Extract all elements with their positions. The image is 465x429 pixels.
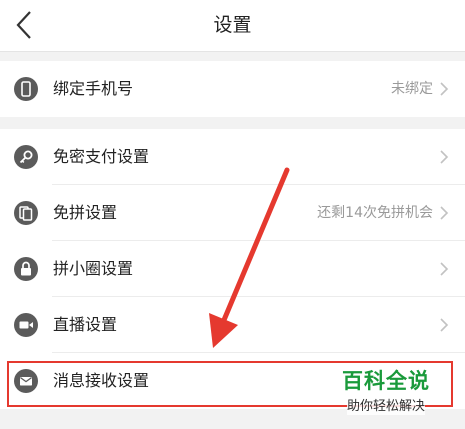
video-camera-icon	[14, 313, 38, 337]
settings-item-label: 拼小圈设置	[53, 259, 134, 278]
settings-item-bind-phone[interactable]: 绑定手机号 未绑定	[0, 61, 465, 117]
envelope-icon	[14, 369, 38, 393]
settings-item-value: 还剩14次免拼机会	[317, 205, 433, 221]
chevron-right-icon	[440, 262, 449, 276]
settings-item-label: 直播设置	[53, 315, 118, 334]
lock-icon	[14, 257, 38, 281]
cards-icon	[14, 201, 38, 225]
settings-item-label: 绑定手机号	[53, 79, 134, 98]
settings-item-circle[interactable]: 拼小圈设置	[0, 241, 465, 297]
settings-item-label: 消息接收设置	[53, 371, 150, 390]
phone-icon	[14, 77, 38, 101]
page-title: 设置	[213, 14, 252, 36]
watermark-logo: 百科全说	[342, 369, 430, 393]
settings-group-main: 免密支付设置 免拼设置 还剩14次免拼机会 拼小圈设置 直播设置 消息接收设置	[0, 129, 465, 409]
chevron-right-icon	[440, 82, 449, 96]
chevron-right-icon	[440, 206, 449, 220]
settings-item-free-group[interactable]: 免拼设置 还剩14次免拼机会	[0, 185, 465, 241]
settings-item-value: 未绑定	[391, 81, 433, 97]
chevron-right-icon	[440, 318, 449, 332]
settings-group-account: 绑定手机号 未绑定	[0, 61, 465, 117]
settings-item-label: 免拼设置	[53, 203, 118, 222]
top-bar: 设置	[0, 0, 465, 52]
settings-item-live[interactable]: 直播设置	[0, 297, 465, 353]
chevron-right-icon	[440, 150, 449, 164]
settings-item-label: 免密支付设置	[53, 147, 150, 166]
settings-item-password-free-pay[interactable]: 免密支付设置	[0, 129, 465, 185]
key-icon	[14, 145, 38, 169]
watermark-tagline: 助你轻松解决	[347, 399, 426, 415]
